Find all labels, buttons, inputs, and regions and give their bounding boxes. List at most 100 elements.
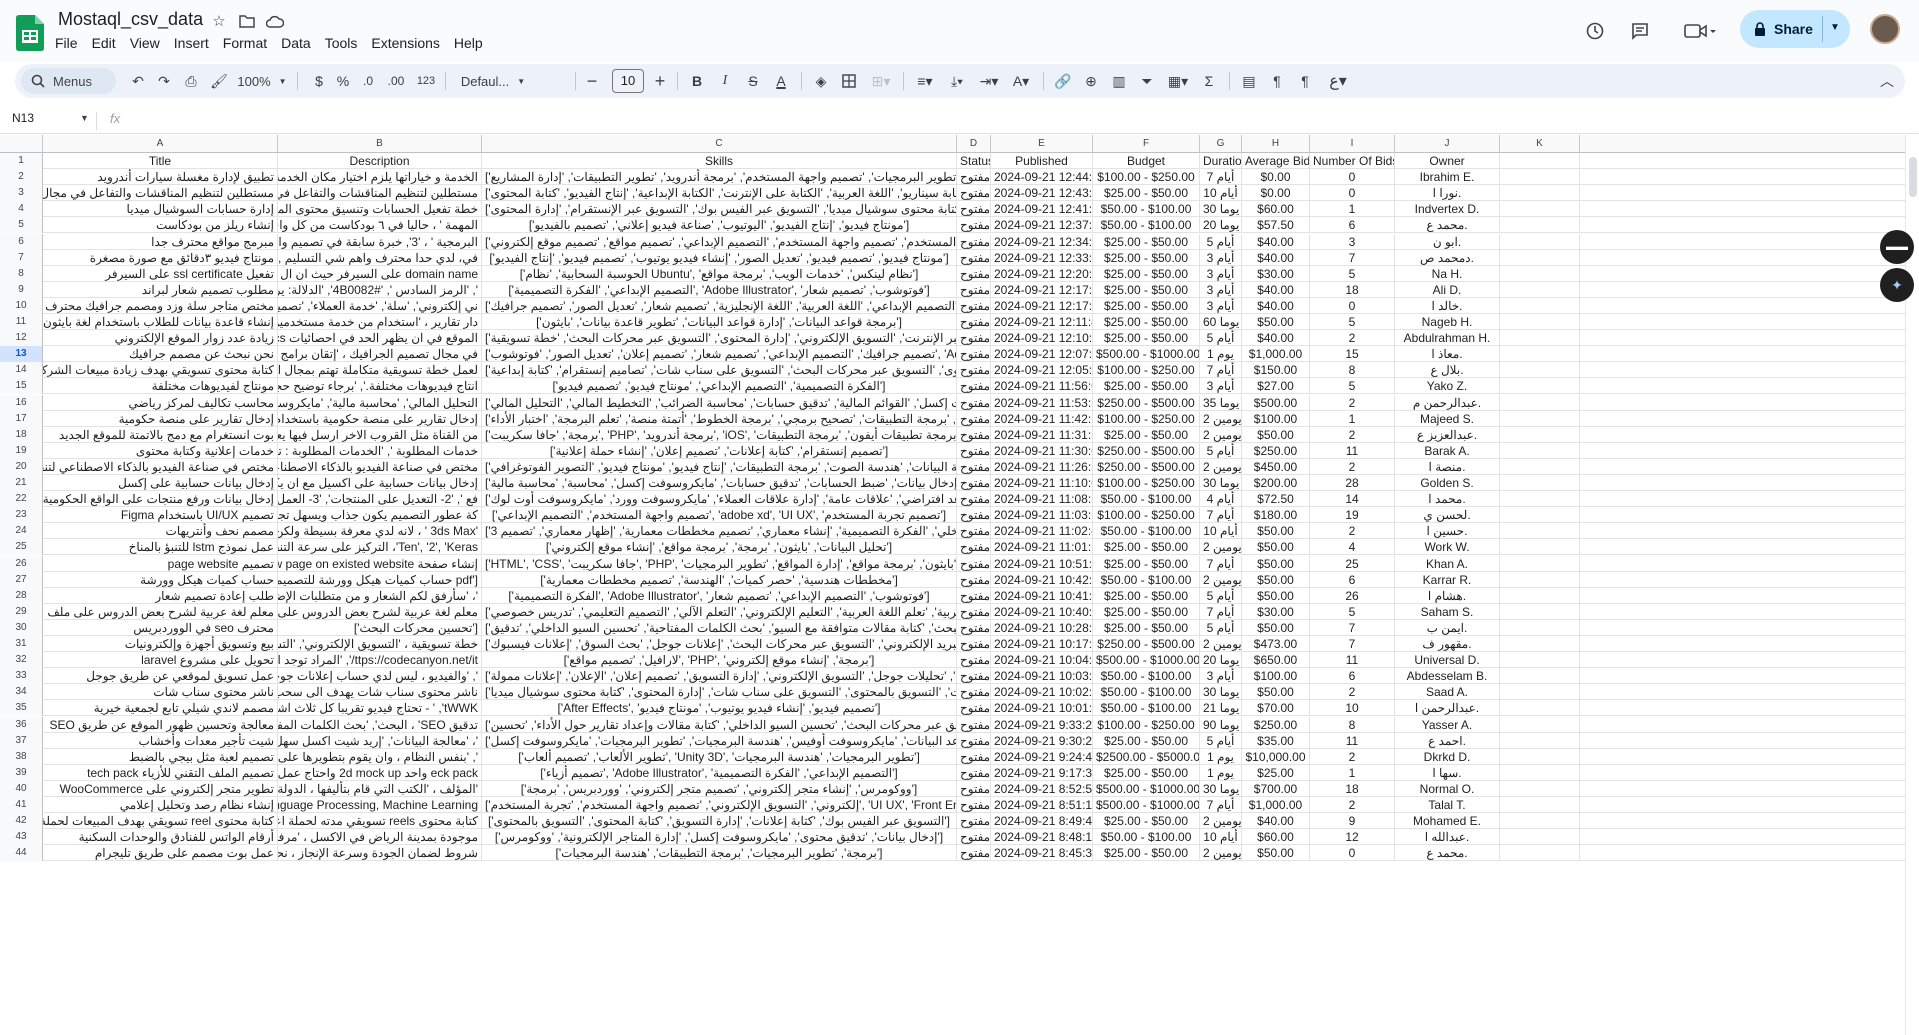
cell-status[interactable]: مفتوح bbox=[957, 330, 991, 347]
cell-empty[interactable] bbox=[1500, 716, 1580, 733]
cell-status[interactable]: مفتوح bbox=[957, 603, 991, 620]
cell-duration[interactable]: 10 أيام bbox=[1200, 185, 1242, 202]
row-number[interactable]: 20 bbox=[0, 458, 43, 475]
cell-published[interactable]: 2024-09-21 12:37:08 bbox=[991, 217, 1093, 234]
cell-budget[interactable]: $100.00 - $250.00 bbox=[1093, 410, 1200, 427]
cell-description[interactable]: anguage Processing, Machine Learning الم… bbox=[278, 797, 482, 814]
cell-skills[interactable]: ['إدخال بيانات', 'تدقيق محتوى', 'مايكروس… bbox=[482, 829, 957, 846]
cell-empty[interactable] bbox=[1500, 265, 1580, 282]
cell-skills[interactable]: ['إعلانات جوجل', 'جوجل أدسنس', 'تحليلات … bbox=[482, 668, 957, 685]
row-number[interactable]: 41 bbox=[0, 797, 43, 814]
cell-empty[interactable] bbox=[1500, 748, 1580, 765]
cell-average-bids[interactable]: $473.00 bbox=[1242, 636, 1310, 653]
cell-published[interactable]: 2024-09-21 9:30:29 bbox=[991, 732, 1093, 749]
cell-status[interactable]: مفتوح bbox=[957, 636, 991, 653]
cell-empty[interactable] bbox=[1500, 362, 1580, 379]
column-header-i[interactable]: I bbox=[1310, 135, 1395, 153]
row-number[interactable]: 15 bbox=[0, 378, 43, 395]
cell-published[interactable]: 2024-09-21 9:24:44 bbox=[991, 748, 1093, 765]
row-number[interactable]: 40 bbox=[0, 780, 43, 797]
cell-published[interactable]: 2024-09-21 8:49:45 bbox=[991, 813, 1093, 830]
cell-skills[interactable]: ['تحرير المحتوى', 'كتابة مقالات', 'التسو… bbox=[482, 684, 957, 701]
cell-budget[interactable]: $25.00 - $50.00 bbox=[1093, 281, 1200, 298]
cell-description[interactable]: المهمة ' ، حاليا في ٦ بودكاست من كل واحد… bbox=[278, 217, 482, 234]
cell-title[interactable]: حساب كميات هيكل وورشة bbox=[43, 571, 278, 588]
cell-number-of-bids[interactable]: 5 bbox=[1310, 314, 1395, 331]
cell-average-bids[interactable]: $40.00 bbox=[1242, 249, 1310, 266]
cell-number-of-bids[interactable]: 1 bbox=[1310, 764, 1395, 781]
column-header-f[interactable]: F bbox=[1093, 135, 1200, 153]
cell-duration[interactable]: 30 يوما bbox=[1200, 780, 1242, 797]
cell-empty[interactable] bbox=[1500, 394, 1580, 411]
header-cell[interactable]: Budget bbox=[1093, 153, 1200, 170]
cell-description[interactable]: من القناة مثل القروب الاخر ارسل فيها يعم… bbox=[278, 426, 482, 443]
cell-budget[interactable]: $50.00 - $100.00 bbox=[1093, 700, 1200, 717]
cell-title[interactable]: كتابة محتوى تسويقي بهدف زيادة مبيعات الش… bbox=[43, 362, 278, 379]
cell-description[interactable]: الخدمة و خياراتها يلزم اختيار مكان الخدم… bbox=[278, 169, 482, 186]
cell-number-of-bids[interactable]: 2 bbox=[1310, 797, 1395, 814]
cell-published[interactable]: 2024-09-21 11:42:14 bbox=[991, 410, 1093, 427]
cell-empty[interactable] bbox=[1500, 619, 1580, 636]
cell-budget[interactable]: $100.00 - $250.00 bbox=[1093, 169, 1200, 186]
cell-skills[interactable]: ['HTML', 'CSS', 'جافا سكريبت', 'PHP', 'ب… bbox=[482, 555, 957, 572]
cell-status[interactable]: مفتوح bbox=[957, 458, 991, 475]
column-header-j[interactable]: J bbox=[1395, 135, 1500, 153]
print-icon[interactable]: ⎙ bbox=[177, 64, 205, 98]
column-header-d[interactable]: D bbox=[957, 135, 991, 153]
cell-budget[interactable]: $25.00 - $50.00 bbox=[1093, 587, 1200, 604]
row-number[interactable]: 18 bbox=[0, 426, 43, 443]
cell-title[interactable]: ناشر محتوى سناب شات bbox=[43, 684, 278, 701]
row-number[interactable]: 10 bbox=[0, 297, 43, 314]
share-button[interactable]: Share ▼ bbox=[1740, 10, 1850, 48]
vertical-align-icon[interactable]: ⤓▾ bbox=[941, 64, 973, 98]
cell-budget[interactable]: $25.00 - $50.00 bbox=[1093, 249, 1200, 266]
cell-average-bids[interactable]: $50.00 bbox=[1242, 555, 1310, 572]
cell-budget[interactable]: $250.00 - $500.00 bbox=[1093, 442, 1200, 459]
cell-owner[interactable]: Saad A. bbox=[1395, 684, 1500, 701]
cell-budget[interactable]: $50.00 - $100.00 bbox=[1093, 523, 1200, 540]
cell-average-bids[interactable]: $35.00 bbox=[1242, 732, 1310, 749]
cell-empty[interactable] bbox=[1500, 297, 1580, 314]
cell-duration[interactable]: 7 أيام bbox=[1200, 797, 1242, 814]
cell-title[interactable]: إدارة حسابات السوشيال ميديا bbox=[43, 201, 278, 218]
row-number[interactable]: 26 bbox=[0, 555, 43, 572]
cell-empty[interactable] bbox=[1500, 523, 1580, 540]
cell-empty[interactable] bbox=[1500, 813, 1580, 830]
text-rotation-icon[interactable]: A▾ bbox=[1005, 64, 1037, 98]
fill-color-icon[interactable]: ◈ bbox=[807, 64, 835, 98]
filter-views-icon[interactable]: ▦▾ bbox=[1161, 64, 1195, 98]
decrease-decimal-button[interactable]: .0 bbox=[355, 64, 381, 98]
cell-title[interactable]: مصمم نحف وأنتريهات bbox=[43, 523, 278, 540]
italic-icon[interactable]: I bbox=[711, 64, 739, 98]
cell-duration[interactable]: 2 يومين bbox=[1200, 636, 1242, 653]
cell-budget[interactable]: $25.00 - $50.00 bbox=[1093, 297, 1200, 314]
cell-title[interactable]: مونتاج لفيديوهات مختلفة bbox=[43, 378, 278, 395]
cell-published[interactable]: 2024-09-21 12:11:45 bbox=[991, 314, 1093, 331]
cell-skills[interactable]: ['مخططات هندسية', 'حصر كميات', 'الهندسة'… bbox=[482, 571, 957, 588]
cell-number-of-bids[interactable]: 1 bbox=[1310, 410, 1395, 427]
row-number[interactable]: 3 bbox=[0, 185, 43, 202]
cell-budget[interactable]: $250.00 - $500.00 bbox=[1093, 636, 1200, 653]
row-number[interactable]: 22 bbox=[0, 491, 43, 508]
cell-duration[interactable]: 10 أيام bbox=[1200, 523, 1242, 540]
cell-description[interactable]: إدخال بيانات حسابية على اكسيل مع ان يكون… bbox=[278, 475, 482, 492]
cell-status[interactable]: مفتوح bbox=[957, 297, 991, 314]
cell-title[interactable]: تصميم page website bbox=[43, 555, 278, 572]
row-number[interactable]: 44 bbox=[0, 845, 43, 862]
row-number[interactable]: 34 bbox=[0, 684, 43, 701]
row-number[interactable]: 30 bbox=[0, 619, 43, 636]
cell-owner[interactable]: Normal O. bbox=[1395, 780, 1500, 797]
cell-average-bids[interactable]: $30.00 bbox=[1242, 265, 1310, 282]
cell-title[interactable]: زيادة عدد زوار الموقع الإلكتروني bbox=[43, 330, 278, 347]
header-cell[interactable]: Published bbox=[991, 153, 1093, 170]
cell-duration[interactable]: 3 أيام bbox=[1200, 297, 1242, 314]
cell-description[interactable]: انتاج فيديوهات مختلفة.', 'برجاء توضيح حج… bbox=[278, 378, 482, 395]
cell-empty[interactable] bbox=[1500, 491, 1580, 508]
cell-published[interactable]: 2024-09-21 12:20:01 bbox=[991, 265, 1093, 282]
column-header-c[interactable]: C bbox=[482, 135, 957, 153]
cell-number-of-bids[interactable]: 6 bbox=[1310, 571, 1395, 588]
row-number[interactable]: 35 bbox=[0, 700, 43, 717]
cell-duration[interactable]: 3 أيام bbox=[1200, 378, 1242, 395]
cell-duration[interactable]: 2 يومين bbox=[1200, 410, 1242, 427]
cell-average-bids[interactable]: $40.00 bbox=[1242, 297, 1310, 314]
